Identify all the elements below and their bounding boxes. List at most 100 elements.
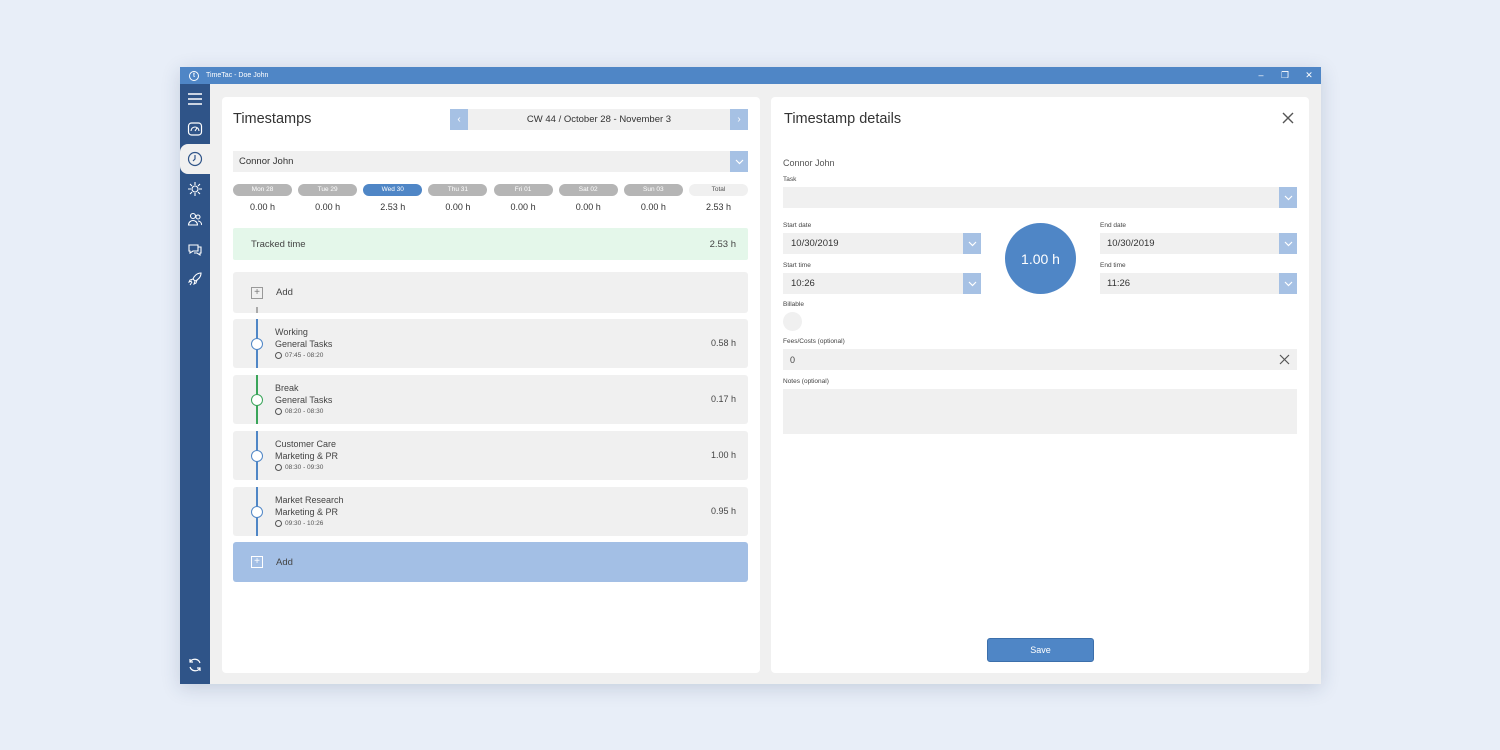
clear-icon[interactable]: [1279, 354, 1290, 365]
menu-button[interactable]: [180, 84, 210, 114]
minimize-button[interactable]: –: [1249, 67, 1273, 84]
tracked-time-bar: Tracked time 2.53 h: [233, 228, 748, 260]
timestamp-details-panel: Timestamp details Connor John Task Start…: [771, 97, 1309, 673]
day-pill[interactable]: Tue 29: [298, 184, 358, 196]
entry-time-range: 09:30 - 10:26: [285, 520, 324, 527]
entry-time: 08:20 - 08:30: [275, 408, 323, 415]
entry-duration: 1.00 h: [710, 450, 736, 460]
add-timestamp-top-button[interactable]: + Add: [233, 272, 748, 313]
sync-icon: [189, 658, 201, 672]
add-label: Add: [276, 287, 293, 298]
day-hours: 0.00 h: [315, 202, 341, 212]
day-pill[interactable]: Sat 02: [558, 184, 618, 196]
entry-category: Marketing & PR: [275, 451, 339, 461]
day-hours: 2.53 h: [380, 202, 406, 212]
start-time-field[interactable]: 10:26: [783, 273, 981, 294]
close-icon[interactable]: [1281, 111, 1295, 125]
tracked-time-value: 2.53 h: [709, 238, 736, 250]
clock-icon: [187, 151, 203, 167]
chevron-down-icon[interactable]: [963, 273, 981, 294]
day-pill[interactable]: Mon 28: [233, 184, 292, 196]
save-button[interactable]: Save: [987, 638, 1094, 662]
tracked-time-label: Tracked time: [251, 238, 306, 250]
details-user: Connor John: [783, 158, 835, 168]
start-time-label: Start time: [783, 262, 811, 269]
chevron-down-icon[interactable]: [1279, 233, 1297, 254]
chevron-down-icon[interactable]: [1279, 187, 1297, 208]
entry-time-range: 08:20 - 08:30: [285, 408, 324, 415]
add-label: Add: [276, 556, 293, 568]
entry-category: Marketing & PR: [275, 507, 339, 517]
day-0[interactable]: Mon 28 0.00 h: [233, 184, 292, 212]
restore-button[interactable]: ❐: [1273, 67, 1297, 84]
sidebar-item-timestamps[interactable]: [180, 144, 210, 174]
fees-input[interactable]: 0: [783, 349, 1297, 370]
sidebar-item-team[interactable]: [180, 204, 210, 234]
day-total-pill: Total: [688, 184, 748, 196]
title-bar: t TimeTac - Doe John – ❐ ✕: [180, 67, 1321, 84]
day-pill[interactable]: Sun 03: [623, 184, 683, 196]
notes-textarea[interactable]: [783, 389, 1297, 434]
next-week-button[interactable]: ›: [730, 109, 748, 130]
user-select-value: Connor John: [239, 156, 294, 167]
app-logo-icon: t: [189, 70, 199, 81]
timestamp-entry[interactable]: Working General Tasks 07:45 - 08:20 0.58 h: [233, 319, 748, 368]
end-time-value: 11:26: [1107, 278, 1131, 289]
day-selector: Mon 28 0.00 h Tue 29 0.00 h Wed 30 2.53 h Thu …: [233, 184, 748, 212]
entry-name: Customer Care: [275, 439, 337, 449]
timestamp-entry[interactable]: Customer Care Marketing & PR 08:30 - 09:30…: [233, 431, 748, 480]
sidebar-item-projects[interactable]: [180, 264, 210, 294]
day-pill[interactable]: Wed 30: [363, 184, 423, 196]
entry-time-range: 08:30 - 09:30: [285, 464, 324, 471]
task-select[interactable]: [783, 187, 1297, 208]
details-title: Timestamp details: [784, 111, 902, 127]
prev-week-button[interactable]: ‹: [450, 109, 468, 130]
day-pill[interactable]: Thu 31: [428, 184, 488, 196]
chevron-down-icon[interactable]: [963, 233, 981, 254]
day-6[interactable]: Sun 03 0.00 h: [623, 184, 683, 212]
day-7[interactable]: Total 2.53 h: [688, 184, 748, 212]
user-select[interactable]: Connor John: [233, 151, 748, 172]
end-time-field[interactable]: 11:26: [1100, 273, 1297, 294]
chevron-down-icon[interactable]: [730, 151, 748, 172]
end-date-label: End date: [1100, 222, 1127, 229]
duration-circle: 1.00 h: [1005, 223, 1076, 294]
day-1[interactable]: Tue 29 0.00 h: [298, 184, 358, 212]
day-5[interactable]: Sat 02 0.00 h: [558, 184, 618, 212]
dashboard-icon: [187, 122, 203, 136]
start-date-label: Start date: [783, 222, 812, 229]
fees-label: Fees/Costs (optional): [783, 338, 845, 345]
day-3[interactable]: Thu 31 0.00 h: [428, 184, 488, 212]
billable-toggle[interactable]: [783, 312, 802, 331]
day-4[interactable]: Fri 01 0.00 h: [493, 184, 553, 212]
entry-category: General Tasks: [275, 395, 333, 405]
timeline-node-icon: [251, 450, 263, 462]
sidebar-item-absences[interactable]: [180, 174, 210, 204]
page-title: Timestamps: [233, 111, 312, 127]
timestamp-entry[interactable]: Break General Tasks 08:20 - 08:30 0.17 h: [233, 375, 748, 424]
day-2[interactable]: Wed 30 2.53 h: [363, 184, 423, 212]
end-date-field[interactable]: 10/30/2019: [1100, 233, 1297, 254]
day-hours: 0.00 h: [510, 202, 536, 212]
entry-time-range: 07:45 - 08:20: [285, 352, 324, 359]
sidebar-item-messages[interactable]: [180, 234, 210, 264]
clock-icon: [275, 408, 282, 415]
entry-name: Working: [275, 327, 308, 337]
sidebar: [180, 84, 210, 684]
chevron-down-icon[interactable]: [1279, 273, 1297, 294]
start-date-field[interactable]: 10/30/2019: [783, 233, 981, 254]
entry-time: 07:45 - 08:20: [275, 352, 323, 359]
end-time-label: End time: [1100, 262, 1126, 269]
timestamp-entry[interactable]: Market Research Marketing & PR 09:30 - 10:…: [233, 487, 748, 536]
entry-duration: 0.17 h: [710, 394, 736, 404]
close-window-button[interactable]: ✕: [1297, 67, 1321, 84]
sync-button[interactable]: [180, 650, 210, 680]
entry-name: Break: [275, 383, 299, 393]
app-window: t TimeTac - Doe John – ❐ ✕ Timestamps ‹ …: [180, 67, 1321, 684]
rocket-icon: [188, 272, 202, 286]
day-pill[interactable]: Fri 01: [493, 184, 553, 196]
add-timestamp-bottom-button[interactable]: + Add: [233, 542, 748, 582]
sidebar-item-dashboard[interactable]: [180, 114, 210, 144]
entry-time: 08:30 - 09:30: [275, 464, 323, 471]
entry-duration: 0.58 h: [710, 338, 736, 348]
